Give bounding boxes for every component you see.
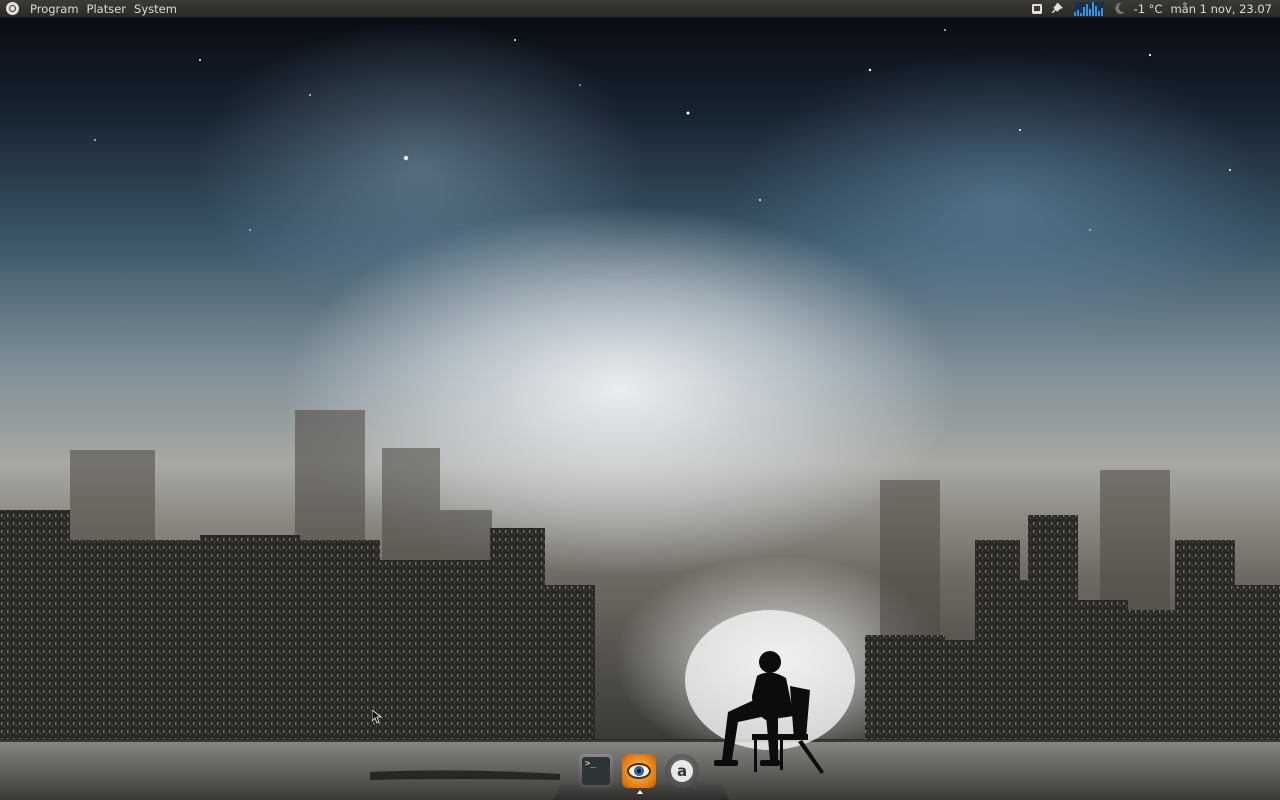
store-icon: a: [671, 760, 693, 782]
system-tray: -1 °C mån 1 nov, 23.07: [1027, 0, 1280, 18]
desktop-wallpaper: [0, 0, 1280, 800]
wallpaper-art: [0, 29, 1280, 800]
temperature-label[interactable]: -1 °C: [1134, 0, 1163, 18]
store-glyph: a: [676, 762, 688, 780]
weather-night-icon[interactable]: [1114, 3, 1125, 14]
top-panel: Program Platser System -1 °C mån 1 nov, …: [0, 0, 1280, 18]
stars: [94, 29, 1231, 231]
dock: >_ a: [553, 752, 729, 800]
pin-icon[interactable]: [1051, 3, 1063, 14]
terminal-glyph: >_: [585, 759, 596, 769]
menu-bar: Program Platser System: [0, 0, 181, 18]
mouse-pointer-icon: [371, 709, 383, 728]
system-monitor-icon[interactable]: [1073, 1, 1104, 16]
dock-store-launcher[interactable]: a: [665, 754, 699, 788]
dock-browser-launcher[interactable]: [622, 754, 656, 788]
screen-icon[interactable]: [1031, 3, 1042, 14]
ubuntu-logo-icon[interactable]: [6, 2, 19, 15]
clock[interactable]: mån 1 nov, 23.07: [1170, 0, 1272, 18]
dock-terminal-launcher[interactable]: >_: [579, 754, 613, 788]
menu-platser[interactable]: Platser: [83, 0, 130, 18]
terminal-icon: >_: [582, 757, 610, 785]
active-indicator-icon: [637, 790, 643, 794]
menu-system[interactable]: System: [130, 0, 181, 18]
skyline-front: [0, 510, 1280, 740]
menu-program[interactable]: Program: [26, 0, 83, 18]
